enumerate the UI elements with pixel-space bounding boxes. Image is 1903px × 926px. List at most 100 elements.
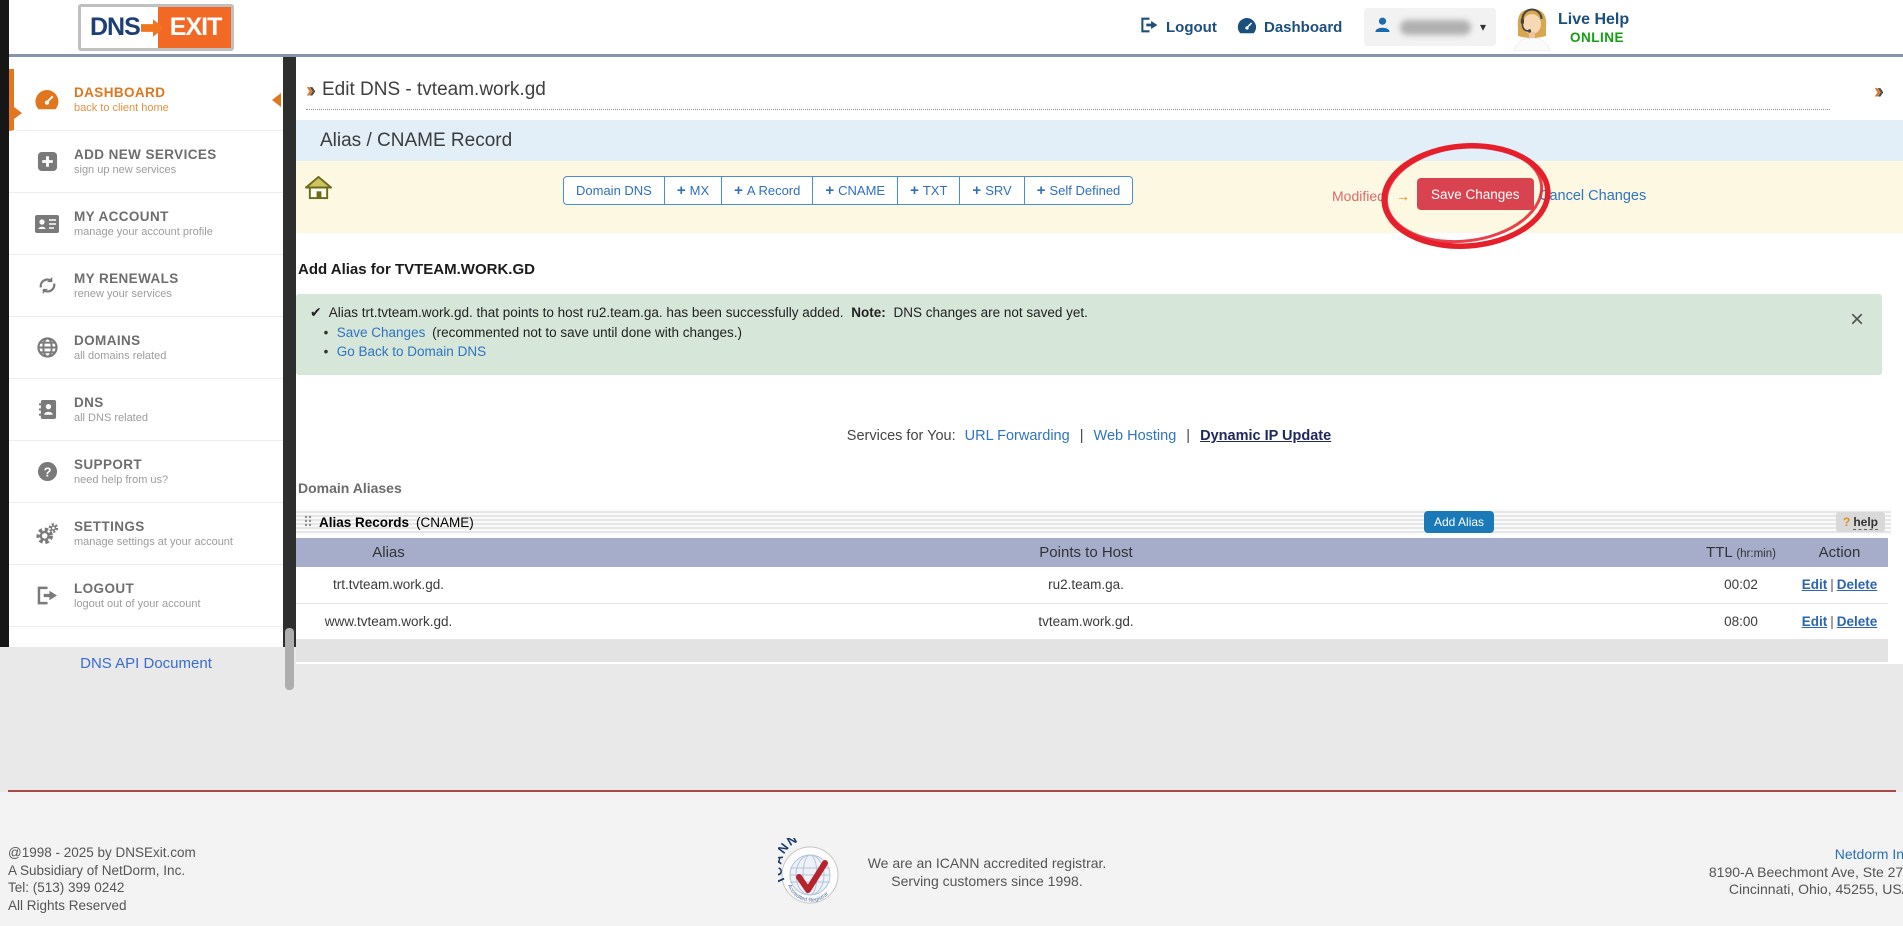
dashboard-icon — [1237, 17, 1257, 38]
alias-cell: www.tvteam.work.gd. — [296, 603, 481, 639]
column-header-action: Action — [1791, 538, 1888, 567]
breadcrumb: ›› Edit DNS - tvteam.work.gd — [306, 79, 1830, 110]
page-left-edge — [0, 0, 9, 647]
alias-records-title: Alias Records — [319, 515, 409, 530]
column-header-alias: Alias — [296, 538, 481, 567]
user-menu-button[interactable]: ▾ — [1364, 8, 1496, 46]
svg-text:?: ? — [43, 464, 51, 479]
logo-dns-text: DNS — [81, 7, 142, 48]
renew-arrows-icon — [33, 275, 61, 296]
sidebar-item-my-renewals[interactable]: MY RENEWALSrenew your services — [9, 255, 283, 317]
table-header-row: Alias Points to Host TTL (hr:min) Action — [296, 538, 1888, 567]
action-cell: Edit|Delete — [1791, 567, 1888, 603]
add-cname-button[interactable]: +CNAME — [813, 176, 898, 205]
logout-label: Logout — [1166, 19, 1217, 36]
id-card-icon — [33, 214, 61, 234]
edit-link[interactable]: Edit — [1802, 614, 1828, 629]
host-cell: ru2.team.ga. — [481, 567, 1691, 603]
scrollbar-thumb[interactable] — [285, 628, 294, 690]
column-header-ttl: TTL (hr:min) — [1691, 538, 1791, 567]
question-icon: ? — [1843, 515, 1850, 529]
dashboard-label: Dashboard — [1264, 19, 1342, 36]
sidebar-item-dns[interactable]: DNSall DNS related — [9, 379, 283, 441]
logout-button[interactable]: Logout — [1140, 17, 1217, 37]
dynamic-ip-update-link[interactable]: Dynamic IP Update — [1200, 428, 1331, 444]
domain-aliases-heading: Domain Aliases — [298, 480, 402, 496]
ttl-cell: 08:00 — [1691, 603, 1791, 639]
sidebar-item-settings[interactable]: SETTINGSmanage settings at your account — [9, 503, 283, 565]
add-alias-heading: Add Alias for TVTEAM.WORK.GD — [298, 261, 535, 278]
host-cell: tvteam.work.gd. — [481, 603, 1691, 639]
save-changes-link[interactable]: Save Changes — [337, 325, 426, 340]
chevron-down-icon: ▾ — [1480, 20, 1486, 34]
toolbar-band: Domain DNS +MX +A Record +CNAME +TXT +SR… — [296, 161, 1903, 233]
icann-statement: We are an ICANN accredited registrar. Se… — [852, 854, 1122, 890]
netdorm-link[interactable]: Netdorm Inc — [1709, 846, 1903, 864]
footer-company-block: Netdorm Inc 8190-A Beechmont Ave, Ste 27… — [1709, 846, 1903, 899]
section-header-band: Alias / CNAME Record — [296, 120, 1903, 161]
live-help-status: ONLINE — [1570, 30, 1629, 45]
sidebar-item-logout[interactable]: LOGOUTlogout out of your account — [9, 565, 283, 627]
add-alias-button[interactable]: Add Alias — [1424, 511, 1494, 533]
dashboard-icon — [33, 89, 61, 110]
add-self-defined-button[interactable]: +Self Defined — [1025, 176, 1134, 205]
column-header-host: Points to Host — [481, 538, 1691, 567]
add-mx-button[interactable]: +MX — [665, 176, 722, 205]
sidebar-item-domains[interactable]: DOMAINSall domains related — [9, 317, 283, 379]
drag-dots-icon — [304, 515, 312, 530]
bullet-icon: • — [319, 342, 333, 362]
footer-copyright-block: @1998 - 2025 by DNSExit.com A Subsidiary… — [8, 844, 196, 914]
url-forwarding-link[interactable]: URL Forwarding — [965, 428, 1070, 444]
gears-icon — [33, 523, 61, 545]
bullet-icon: • — [319, 323, 333, 343]
globe-icon — [33, 337, 61, 358]
web-hosting-link[interactable]: Web Hosting — [1094, 428, 1177, 444]
go-back-to-domain-dns-link[interactable]: Go Back to Domain DNS — [337, 344, 486, 359]
sidebar-item-my-account[interactable]: MY ACCOUNTmanage your account profile — [9, 193, 283, 255]
add-srv-button[interactable]: +SRV — [960, 176, 1024, 205]
support-agent-avatar — [1512, 5, 1552, 56]
redacted-username — [1400, 20, 1471, 35]
help-button[interactable]: ? help — [1836, 512, 1885, 532]
domain-dns-button[interactable]: Domain DNS — [563, 176, 665, 205]
alias-records-table: Alias Points to Host TTL (hr:min) Action… — [296, 538, 1888, 640]
sidebar-item-support[interactable]: ? SUPPORTneed help from us? — [9, 441, 283, 503]
alias-cell: trt.tvteam.work.gd. — [296, 567, 481, 603]
footer: @1998 - 2025 by DNSExit.com A Subsidiary… — [0, 792, 1903, 926]
add-txt-button[interactable]: +TXT — [898, 176, 960, 205]
check-icon: ✔ — [310, 304, 322, 320]
services-for-you-line: Services for You: URL Forwarding | Web H… — [296, 428, 1882, 444]
double-chevron-right-icon[interactable]: ›› — [1874, 81, 1880, 102]
logo-arrow-icon — [141, 7, 165, 48]
live-help-label: Live Help — [1558, 5, 1629, 30]
person-icon — [1374, 16, 1391, 38]
ttl-cell: 00:02 — [1691, 567, 1791, 603]
icann-accredited-badge: ICANN Accredited Registrar — [778, 838, 842, 911]
live-help-widget[interactable]: Live Help ONLINE — [1512, 5, 1629, 56]
address-book-icon — [33, 399, 61, 420]
top-header: DNS EXIT Logout Dashboard ▾ — [0, 0, 1903, 57]
sidebar-item-add-new-services[interactable]: ADD NEW SERVICESsign up new services — [9, 131, 283, 193]
sidebar-item-dashboard[interactable]: DASHBOARDback to client home — [9, 69, 283, 131]
dashboard-button[interactable]: Dashboard — [1237, 17, 1342, 38]
delete-link[interactable]: Delete — [1837, 577, 1878, 592]
dns-api-document-link[interactable]: DNS API Document — [9, 655, 283, 672]
sign-out-icon — [33, 586, 61, 605]
record-type-button-group: Domain DNS +MX +A Record +CNAME +TXT +SR… — [563, 176, 1133, 205]
cancel-changes-link[interactable]: Cancel Changes — [1539, 188, 1646, 204]
edit-link[interactable]: Edit — [1802, 577, 1828, 592]
dnsexit-logo[interactable]: DNS EXIT — [78, 4, 234, 51]
double-chevron-icon: ›› — [306, 80, 312, 101]
sidebar: DASHBOARDback to client home ADD NEW SER… — [9, 57, 283, 647]
save-changes-button[interactable]: Save Changes — [1417, 178, 1534, 210]
add-a-record-button[interactable]: +A Record — [722, 176, 813, 205]
main-content: ›› Edit DNS - tvteam.work.gd ›› Alias / … — [296, 57, 1903, 664]
close-icon[interactable]: × — [1850, 310, 1864, 330]
home-icon[interactable] — [304, 175, 333, 205]
delete-link[interactable]: Delete — [1837, 614, 1878, 629]
alias-records-subtitle: (CNAME) — [416, 515, 474, 530]
question-circle-icon: ? — [33, 461, 61, 482]
success-message-box: ✔Alias trt.tvteam.work.gd. that points t… — [296, 294, 1882, 375]
table-row: www.tvteam.work.gd. tvteam.work.gd. 08:0… — [296, 603, 1888, 639]
section-title: Alias / CNAME Record — [296, 120, 1903, 161]
